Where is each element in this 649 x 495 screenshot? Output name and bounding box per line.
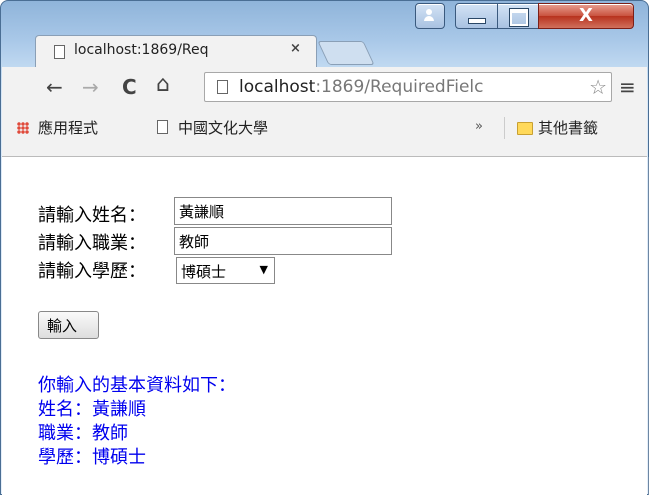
bookmark-pccu[interactable]: 中國文化大學 xyxy=(178,117,268,138)
bookmarks-overflow-icon[interactable]: » xyxy=(475,119,483,134)
reload-icon[interactable]: C xyxy=(122,75,137,99)
tab-title: localhost:1869/Req xyxy=(74,42,209,58)
result-education: 學歷：博碩士 xyxy=(38,447,146,468)
user-icon xyxy=(424,9,434,21)
bookmark-apps[interactable]: 應用程式 xyxy=(38,117,98,138)
forward-icon[interactable]: → xyxy=(82,75,99,99)
address-bar[interactable]: localhost:1869/RequiredFielc ☆ xyxy=(204,72,612,102)
menu-icon[interactable]: ≡ xyxy=(619,75,636,99)
bookmark-star-icon[interactable]: ☆ xyxy=(589,75,607,99)
result-heading: 你輸入的基本資料如下： xyxy=(38,375,236,396)
bookmark-other[interactable]: 其他書籤 xyxy=(538,117,598,138)
browser-tab[interactable]: localhost:1869/Req × xyxy=(35,35,317,67)
job-input[interactable]: 教師 xyxy=(174,227,392,255)
bookmarks-bar: 應用程式 中國文化大學 » 其他書籤 xyxy=(2,107,647,157)
name-label: 請輸入姓名： xyxy=(38,205,146,226)
page-content: 請輸入姓名： 黃謙順 請輸入職業： 教師 請輸入學歷： 博碩士 ▼ 輸入 你輸入… xyxy=(2,157,647,495)
user-button[interactable] xyxy=(415,3,445,29)
minimize-button[interactable] xyxy=(455,3,498,29)
submit-button[interactable]: 輸入 xyxy=(38,311,99,339)
title-bar: X xyxy=(1,1,648,37)
close-button[interactable]: X xyxy=(538,3,634,29)
new-tab-button[interactable] xyxy=(317,41,375,65)
education-label: 請輸入學歷： xyxy=(38,261,146,282)
result-name: 姓名：黃謙順 xyxy=(38,399,146,420)
job-label: 請輸入職業： xyxy=(38,233,146,254)
page-icon xyxy=(217,80,228,94)
navigation-toolbar: ← → C ⌂ localhost:1869/RequiredFielc ☆ ≡ xyxy=(2,67,647,107)
education-select[interactable]: 博碩士 ▼ xyxy=(176,257,275,284)
education-selected-value: 博碩士 xyxy=(181,263,227,281)
result-job: 職業：教師 xyxy=(38,423,128,444)
page-icon xyxy=(157,120,168,134)
close-icon: X xyxy=(579,5,593,26)
apps-icon xyxy=(17,122,29,134)
url-text: localhost:1869/RequiredFielc xyxy=(239,77,484,97)
name-input[interactable]: 黃謙順 xyxy=(174,197,392,225)
tab-close-icon[interactable]: × xyxy=(290,41,301,56)
maximize-button[interactable] xyxy=(497,3,539,29)
page-icon xyxy=(54,45,65,59)
folder-icon xyxy=(517,122,533,135)
maximize-icon xyxy=(509,8,529,27)
divider xyxy=(504,117,505,139)
dropdown-arrow-icon: ▼ xyxy=(259,263,268,276)
home-icon[interactable]: ⌂ xyxy=(156,72,170,97)
back-icon[interactable]: ← xyxy=(46,75,63,99)
browser-window: X localhost:1869/Req × ← → C ⌂ localhost… xyxy=(0,0,649,495)
minimize-icon xyxy=(468,18,486,24)
